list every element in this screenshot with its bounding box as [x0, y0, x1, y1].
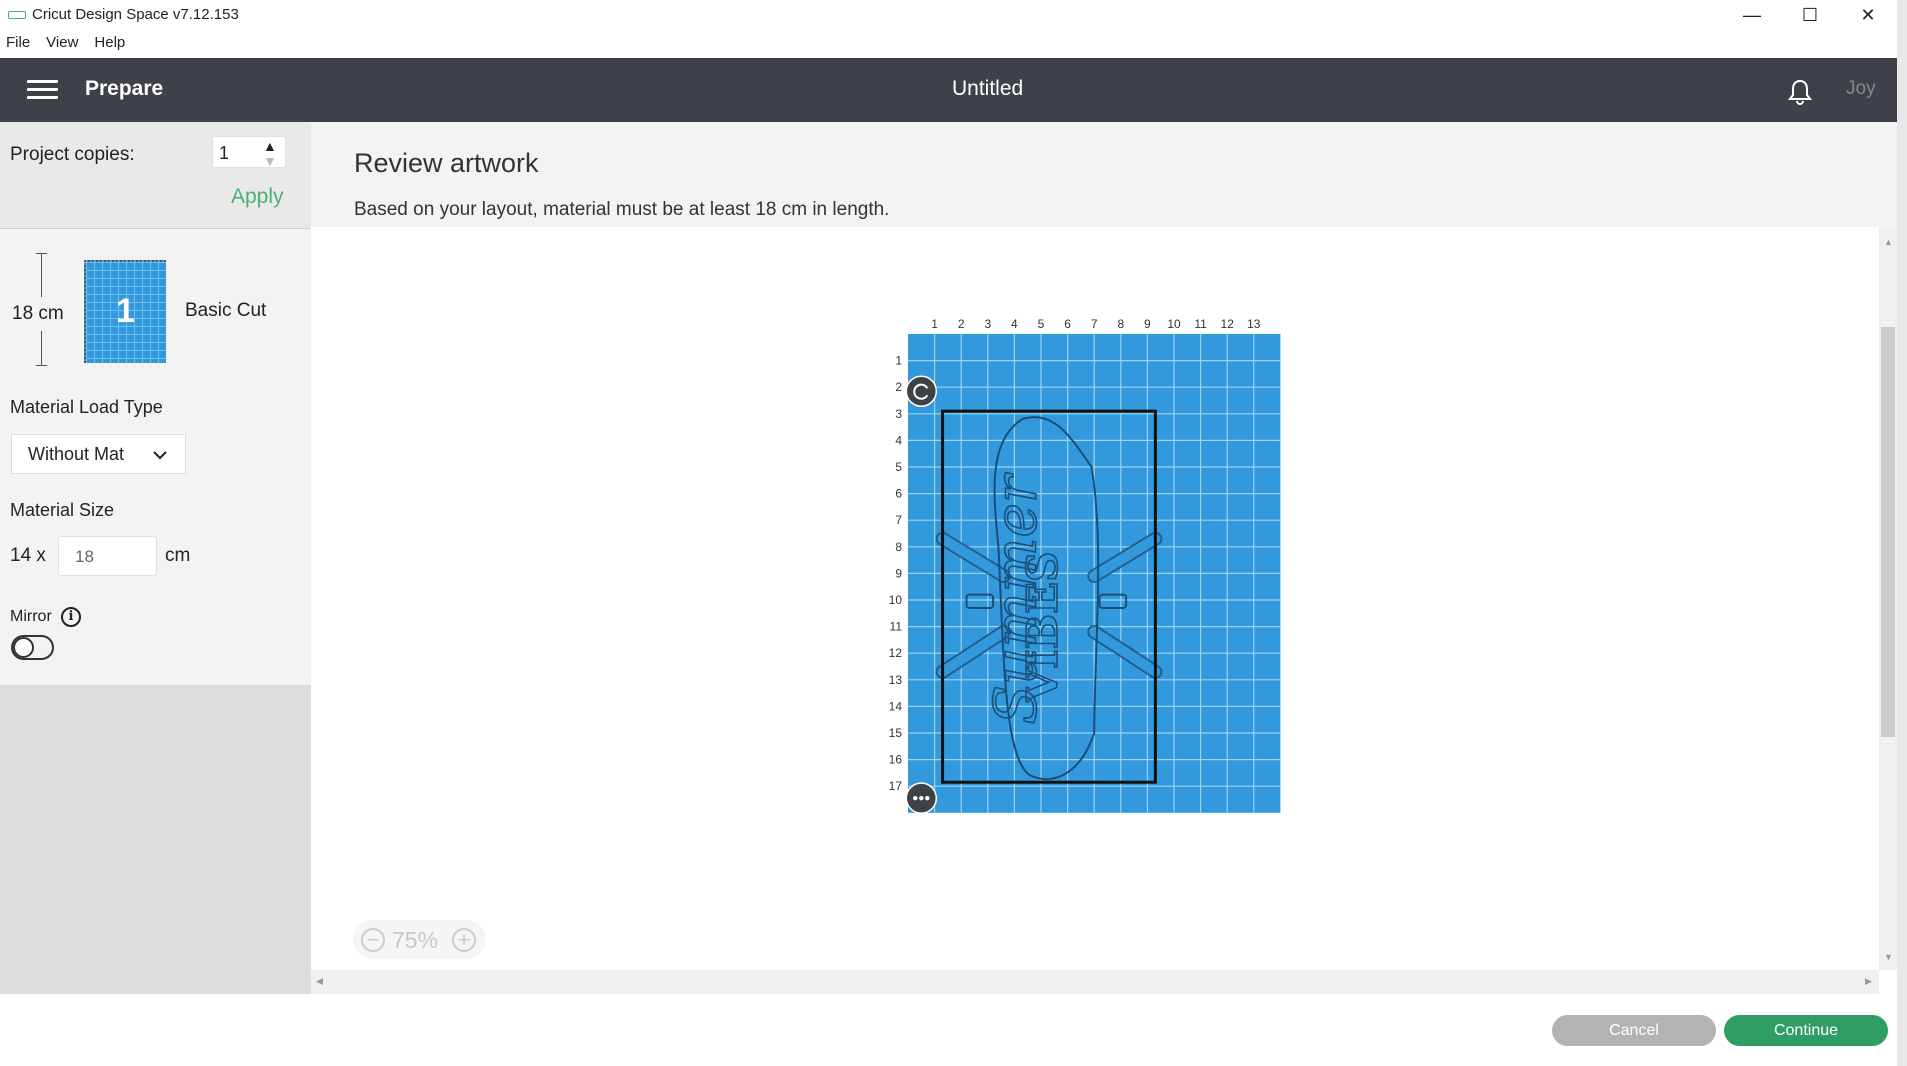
- page-title: Review artwork: [354, 148, 539, 178]
- row-label: 17: [889, 779, 903, 793]
- row-label: 10: [889, 593, 903, 607]
- row-label: 2: [895, 380, 902, 394]
- column-label: 3: [984, 317, 991, 331]
- vertical-scrollbar[interactable]: ▲ ▼: [1879, 227, 1897, 970]
- title-bar: Cricut Design Space v7.12.153 — ☐ ✕: [0, 0, 1907, 30]
- copies-stepper[interactable]: 1 ▲ ▼: [212, 136, 286, 169]
- menu-view[interactable]: View: [46, 34, 78, 51]
- row-label: 3: [895, 407, 902, 421]
- row-label: 11: [890, 620, 903, 634]
- rotate-icon[interactable]: [905, 375, 938, 407]
- mirror-label: Mirror: [10, 608, 52, 625]
- zoom-out-icon[interactable]: −: [361, 928, 385, 952]
- column-label: 7: [1091, 317, 1098, 331]
- row-label: 4: [895, 433, 902, 447]
- more-dot: [925, 795, 930, 801]
- material-length-value: 18: [75, 547, 94, 566]
- decrement-arrow-icon[interactable]: ▼: [263, 153, 277, 169]
- hamburger-menu-icon[interactable]: [27, 80, 58, 100]
- sidebar-empty-area: [0, 685, 311, 994]
- row-label: 1: [895, 354, 902, 368]
- column-label: 5: [1038, 317, 1045, 331]
- window-title: Cricut Design Space v7.12.153: [32, 6, 239, 23]
- zoom-level: 75%: [392, 927, 439, 953]
- load-type-label: Material Load Type: [10, 397, 163, 417]
- column-label: 9: [1144, 317, 1151, 331]
- material-length-input[interactable]: 18: [58, 536, 157, 576]
- mat-canvas[interactable]: 1 2 3 4 5 6 7 8 9 10 11 12 13 1 2 3 4 5 6 7 8 9 10 11 12 13 14 15 16…: [311, 227, 1879, 970]
- footer: Cancel Continue: [311, 994, 1897, 1066]
- column-label: 2: [958, 317, 965, 331]
- copies-label: Project copies:: [10, 144, 135, 165]
- row-label: 7: [895, 513, 902, 527]
- copies-panel: Project copies: 1 ▲ ▼ Apply: [0, 122, 311, 229]
- column-label: 12: [1221, 317, 1235, 331]
- mat-name: Basic Cut: [185, 300, 267, 321]
- load-type-value: Without Mat: [28, 444, 125, 464]
- column-label: 13: [1247, 317, 1261, 331]
- material-size-label: Material Size: [10, 500, 115, 520]
- mat-preview[interactable]: 1 2 3 4 5 6 7 8 9 10 11 12 1312345678910111213141516…: [876, 304, 1296, 838]
- column-label: 6: [1064, 317, 1071, 331]
- column-label: 11: [1194, 317, 1207, 331]
- horizontal-scrollbar[interactable]: ◀ ▶: [311, 970, 1879, 994]
- bell-icon[interactable]: [1787, 78, 1813, 106]
- review-header: Review artwork Based on your layout, mat…: [311, 122, 1897, 227]
- cancel-button[interactable]: Cancel: [1552, 1015, 1716, 1046]
- row-label: 16: [889, 753, 903, 767]
- zoom-control: − 75% +: [353, 920, 486, 959]
- mat-number: 1: [116, 292, 135, 330]
- row-label: 15: [889, 726, 903, 740]
- menu-file[interactable]: File: [6, 34, 30, 51]
- minimize-button[interactable]: —: [1723, 0, 1781, 30]
- info-icon[interactable]: i: [61, 607, 81, 627]
- row-label: 5: [895, 460, 902, 474]
- sidebar: Project copies: 1 ▲ ▼ Apply 18 cm 1 Basi…: [0, 122, 311, 994]
- row-label: 14: [889, 699, 903, 713]
- column-label: 1: [931, 317, 938, 331]
- load-type-dropdown[interactable]: Without Mat: [11, 434, 186, 474]
- apply-button[interactable]: Apply: [231, 185, 284, 209]
- document-title: Untitled: [952, 77, 1024, 100]
- more-dot: [919, 795, 924, 801]
- material-width: 14 x: [10, 545, 46, 566]
- row-label: 9: [895, 566, 902, 580]
- artwork-text-vibes: VIBES: [1018, 552, 1067, 703]
- menu-help[interactable]: Help: [94, 34, 125, 51]
- zoom-in-icon[interactable]: +: [452, 928, 476, 952]
- material-unit: cm: [165, 545, 191, 566]
- user-name[interactable]: Joy: [1846, 78, 1876, 100]
- increment-arrow-icon[interactable]: ▲: [263, 138, 277, 154]
- page-subtitle: Based on your layout, material must be a…: [354, 199, 890, 220]
- column-label: 10: [1167, 317, 1181, 331]
- more-dot: [913, 795, 918, 801]
- row-label: 6: [895, 487, 902, 501]
- row-label: 8: [895, 540, 902, 554]
- close-button[interactable]: ✕: [1839, 0, 1897, 30]
- maximize-button[interactable]: ☐: [1781, 0, 1839, 30]
- column-label: 8: [1117, 317, 1124, 331]
- row-label: 13: [889, 673, 903, 687]
- column-label: 4: [1011, 317, 1018, 331]
- continue-button[interactable]: Continue: [1724, 1015, 1888, 1046]
- copies-value: 1: [219, 143, 230, 163]
- row-label: 12: [889, 646, 903, 660]
- section-title: Prepare: [85, 77, 164, 100]
- mat-thumbnail[interactable]: 1: [84, 260, 166, 363]
- mat-length: 18 cm: [12, 297, 64, 331]
- menu-bar: File View Help: [0, 34, 135, 58]
- app-header: Prepare Untitled Joy: [0, 58, 1897, 122]
- mirror-toggle[interactable]: [11, 635, 54, 660]
- app-logo: [8, 11, 26, 19]
- chevron-down-icon: [153, 451, 167, 460]
- vertical-scroll-thumb[interactable]: [1881, 327, 1895, 737]
